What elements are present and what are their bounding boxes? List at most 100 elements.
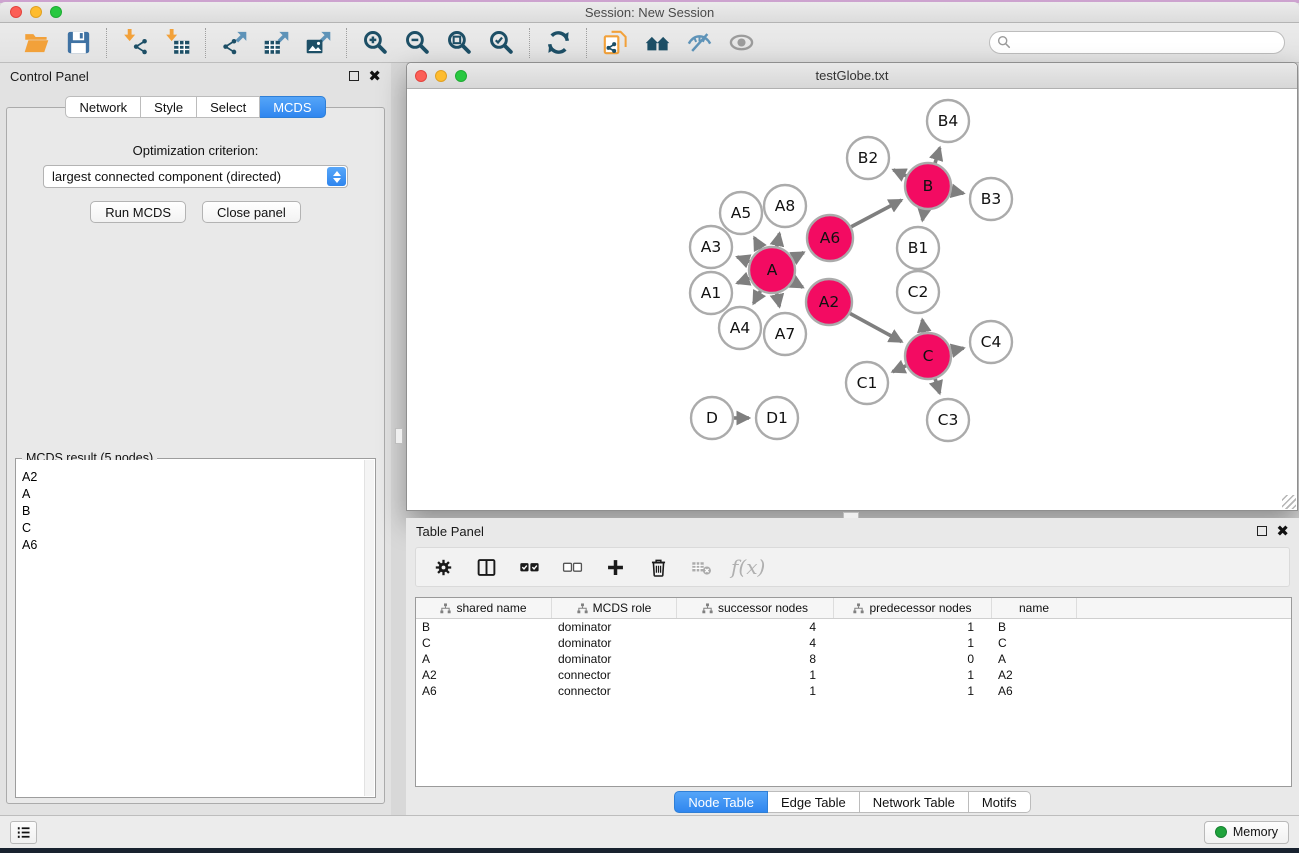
- cell-MCDS-role[interactable]: dominator: [552, 620, 677, 634]
- graph-node-B[interactable]: B: [905, 163, 951, 209]
- graph-node-C4[interactable]: C4: [970, 321, 1012, 363]
- cell-name[interactable]: A2: [992, 668, 1077, 682]
- cell-predecessor-nodes[interactable]: 1: [834, 620, 992, 634]
- open-session-button[interactable]: [18, 26, 54, 60]
- import-network-button[interactable]: [117, 26, 153, 60]
- graph-node-D[interactable]: D: [691, 397, 733, 439]
- graph-node-C1[interactable]: C1: [846, 362, 888, 404]
- window-resize-grip[interactable]: [1282, 495, 1296, 509]
- cell-shared-name[interactable]: A2: [416, 668, 552, 682]
- select-all-rows-button[interactable]: [516, 554, 542, 580]
- export-image-button[interactable]: [300, 26, 336, 60]
- float-panel-icon[interactable]: [349, 71, 359, 81]
- cell-name[interactable]: A: [992, 652, 1077, 666]
- cell-predecessor-nodes[interactable]: 0: [834, 652, 992, 666]
- graph-node-A3[interactable]: A3: [690, 226, 732, 268]
- column-selector-button[interactable]: [473, 554, 499, 580]
- cell-successor-nodes[interactable]: 4: [677, 620, 834, 634]
- save-session-button[interactable]: [60, 26, 96, 60]
- vertical-split-handle[interactable]: [395, 428, 403, 444]
- export-table-button[interactable]: [258, 26, 294, 60]
- graph-edge-C-C4[interactable]: [951, 348, 963, 351]
- mcds-result-item[interactable]: A2: [17, 468, 364, 485]
- zoom-fit-button[interactable]: [441, 26, 477, 60]
- mcds-result-item[interactable]: C: [17, 519, 364, 536]
- column-header-predecessor-nodes[interactable]: predecessor nodes: [834, 598, 992, 618]
- graph-edge-B-B1[interactable]: [922, 210, 924, 221]
- add-column-button[interactable]: [602, 554, 628, 580]
- cell-successor-nodes[interactable]: 4: [677, 636, 834, 650]
- graph-node-B4[interactable]: B4: [927, 100, 969, 142]
- export-network-button[interactable]: [216, 26, 252, 60]
- column-header-MCDS-role[interactable]: MCDS role: [552, 598, 677, 618]
- graph-node-A8[interactable]: A8: [764, 185, 806, 227]
- graph-node-B2[interactable]: B2: [847, 137, 889, 179]
- cell-predecessor-nodes[interactable]: 1: [834, 668, 992, 682]
- table-row-A[interactable]: Adominator80A: [416, 651, 1291, 667]
- first-neighbors-button[interactable]: [639, 26, 675, 60]
- cell-predecessor-nodes[interactable]: 1: [834, 636, 992, 650]
- graph-node-A2[interactable]: A2: [806, 279, 852, 325]
- graph-edge-C-C3[interactable]: [935, 379, 939, 393]
- cell-name[interactable]: C: [992, 636, 1077, 650]
- graph-edge-A-A8[interactable]: [777, 233, 780, 246]
- close-panel-icon[interactable]: ✖: [368, 71, 381, 81]
- graph-edge-A6-B[interactable]: [851, 200, 901, 227]
- close-panel-button[interactable]: Close panel: [202, 201, 301, 223]
- graph-edge-A-A4[interactable]: [754, 291, 761, 303]
- graph-node-A[interactable]: A: [749, 247, 795, 293]
- float-table-panel-icon[interactable]: [1257, 526, 1267, 536]
- cell-name[interactable]: B: [992, 620, 1077, 634]
- memory-button[interactable]: Memory: [1204, 821, 1289, 844]
- graph-edge-A-A7[interactable]: [777, 294, 780, 307]
- settings-gear-button[interactable]: [430, 554, 456, 580]
- graph-edge-B-B2[interactable]: [893, 170, 906, 176]
- tab-network-table[interactable]: Network Table: [860, 791, 969, 813]
- optimization-criterion-dropdown[interactable]: largest connected component (directed): [43, 165, 348, 188]
- graph-edge-A-A5[interactable]: [754, 238, 760, 249]
- tab-network[interactable]: Network: [65, 96, 141, 118]
- table-row-A2[interactable]: A2connector11A2: [416, 667, 1291, 683]
- cell-MCDS-role[interactable]: dominator: [552, 652, 677, 666]
- mcds-result-item[interactable]: A: [17, 485, 364, 502]
- cell-successor-nodes[interactable]: 8: [677, 652, 834, 666]
- tab-style[interactable]: Style: [141, 96, 197, 118]
- delete-column-button[interactable]: [645, 554, 671, 580]
- column-header-successor-nodes[interactable]: successor nodes: [677, 598, 834, 618]
- refresh-button[interactable]: [540, 26, 576, 60]
- cell-MCDS-role[interactable]: connector: [552, 668, 677, 682]
- graph-edge-C-C1[interactable]: [893, 366, 906, 372]
- zoom-in-button[interactable]: [357, 26, 393, 60]
- graph-node-D1[interactable]: D1: [756, 397, 798, 439]
- graph-node-A1[interactable]: A1: [690, 272, 732, 314]
- cell-shared-name[interactable]: A6: [416, 684, 552, 698]
- graph-node-A5[interactable]: A5: [720, 192, 762, 234]
- hide-selected-button[interactable]: [681, 26, 717, 60]
- graph-edge-A-A6[interactable]: [793, 252, 804, 258]
- import-table-button[interactable]: [159, 26, 195, 60]
- cell-shared-name[interactable]: A: [416, 652, 552, 666]
- tab-motifs[interactable]: Motifs: [969, 791, 1031, 813]
- network-window-titlebar[interactable]: testGlobe.txt: [407, 63, 1297, 89]
- mcds-result-item[interactable]: B: [17, 502, 364, 519]
- cell-MCDS-role[interactable]: connector: [552, 684, 677, 698]
- graph-edge-A-A3[interactable]: [737, 257, 749, 262]
- cell-name[interactable]: A6: [992, 684, 1077, 698]
- cell-MCDS-role[interactable]: dominator: [552, 636, 677, 650]
- duplicate-network-button[interactable]: [597, 26, 633, 60]
- graph-node-B1[interactable]: B1: [897, 227, 939, 269]
- graph-node-A4[interactable]: A4: [719, 307, 761, 349]
- cell-successor-nodes[interactable]: 1: [677, 684, 834, 698]
- tab-node-table[interactable]: Node Table: [674, 791, 768, 813]
- cell-shared-name[interactable]: B: [416, 620, 552, 634]
- graph-edge-A-A1[interactable]: [737, 278, 749, 283]
- graph-edge-B-B4[interactable]: [935, 148, 940, 163]
- graph-node-C2[interactable]: C2: [897, 271, 939, 313]
- zoom-selected-button[interactable]: [483, 26, 519, 60]
- tab-select[interactable]: Select: [197, 96, 260, 118]
- table-row-A6[interactable]: A6connector11A6: [416, 683, 1291, 699]
- column-header-name[interactable]: name: [992, 598, 1077, 618]
- table-row-B[interactable]: Bdominator41B: [416, 619, 1291, 635]
- graph-edge-A-A2[interactable]: [793, 282, 803, 288]
- network-canvas[interactable]: B4B2BB3A5A8A6A3AB1A1A2C2A4A7C4CC1C3DD1: [407, 89, 1297, 510]
